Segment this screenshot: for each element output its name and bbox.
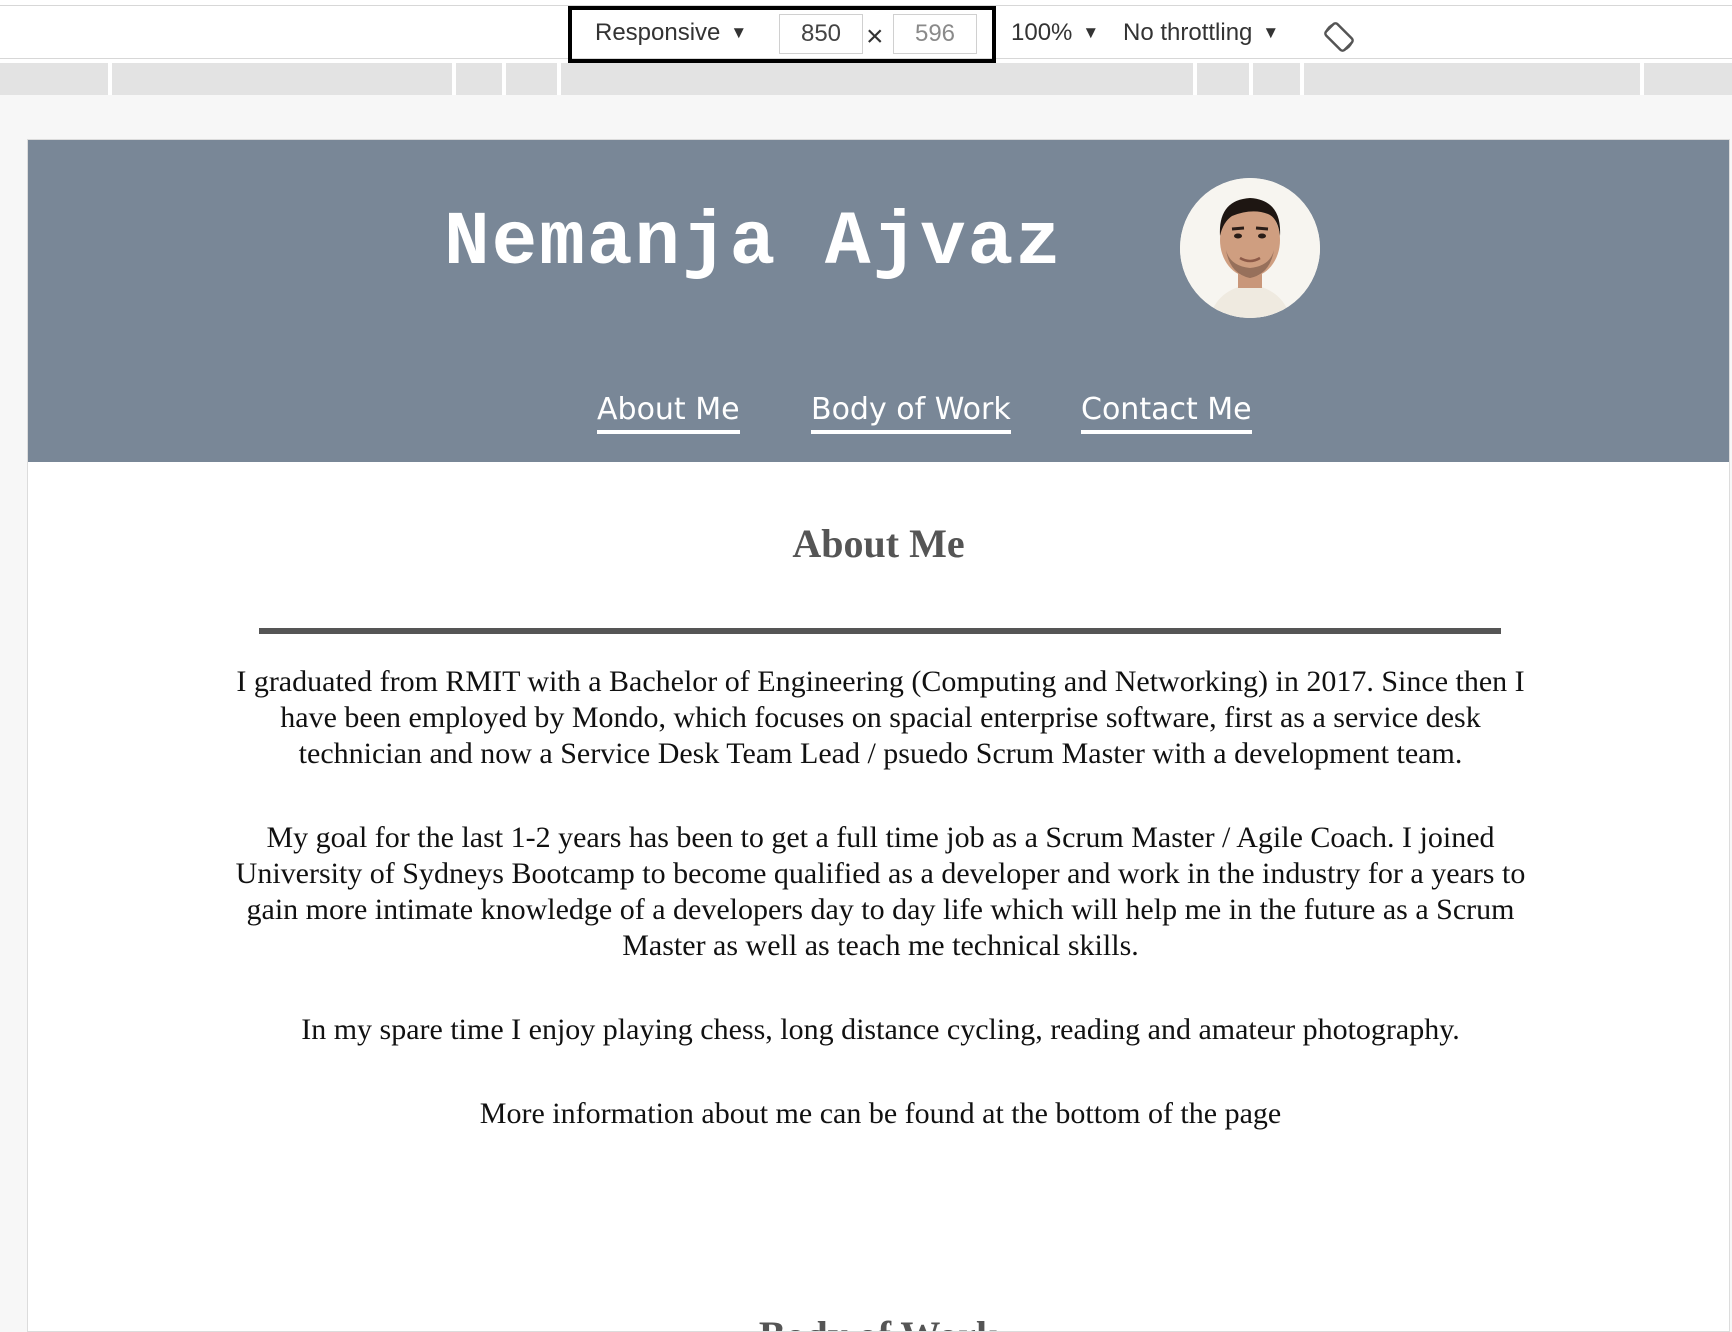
about-paragraph: I graduated from RMIT with a Bachelor of… bbox=[236, 665, 1525, 770]
site-title: Nemanja Ajvaz bbox=[444, 200, 1063, 286]
zoom-dropdown[interactable]: 100% ▼ bbox=[1011, 6, 1099, 60]
media-query-segment[interactable] bbox=[456, 63, 506, 95]
throttling-dropdown[interactable]: No throttling ▼ bbox=[1123, 6, 1279, 60]
about-paragraph: More information about me can be found a… bbox=[479, 1097, 1282, 1130]
media-query-segment[interactable] bbox=[1644, 63, 1732, 95]
nav-link-about-me[interactable]: About Me bbox=[597, 392, 740, 434]
caret-down-icon: ▼ bbox=[1262, 23, 1280, 42]
main-nav: About Me Body of Work Contact Me bbox=[28, 392, 1729, 442]
avatar bbox=[1180, 178, 1320, 318]
caret-down-icon: ▼ bbox=[730, 23, 748, 42]
media-query-segment[interactable] bbox=[1304, 63, 1644, 95]
dimension-separator: × bbox=[866, 20, 884, 53]
caret-down-icon: ▼ bbox=[1082, 23, 1100, 42]
throttling-label: No throttling bbox=[1123, 19, 1253, 46]
device-mode-label: Responsive bbox=[595, 19, 721, 46]
media-query-segment[interactable] bbox=[506, 63, 561, 95]
media-query-segment[interactable] bbox=[1253, 63, 1304, 95]
viewport-height-input[interactable]: 596 bbox=[893, 14, 977, 54]
zoom-label: 100% bbox=[1011, 19, 1073, 46]
about-paragraph: My goal for the last 1-2 years has been … bbox=[235, 821, 1526, 962]
viewport-width-input[interactable]: 850 bbox=[779, 14, 863, 54]
about-heading: About Me bbox=[792, 521, 965, 566]
section-divider bbox=[259, 628, 1501, 634]
page-viewport: Nemanja Ajvaz About Me Body of Work Cont… bbox=[27, 139, 1730, 1332]
body-of-work-heading: Body of Work bbox=[28, 1312, 1729, 1331]
media-query-segment[interactable] bbox=[1197, 63, 1253, 95]
nav-link-contact-me[interactable]: Contact Me bbox=[1081, 392, 1252, 434]
about-paragraph: In my spare time I enjoy playing chess, … bbox=[301, 1013, 1460, 1046]
devtools-device-toolbar: Responsive ▼ 850 × 596 100% ▼ No throttlin… bbox=[0, 5, 1732, 63]
site-header: Nemanja Ajvaz About Me Body of Work Cont… bbox=[28, 140, 1729, 462]
rotate-icon[interactable] bbox=[1322, 20, 1356, 54]
device-mode-dropdown[interactable]: Responsive ▼ bbox=[595, 6, 747, 60]
about-section: I graduated from RMIT with a Bachelor of… bbox=[228, 664, 1533, 1180]
media-query-bar[interactable] bbox=[0, 63, 1732, 95]
profile-photo bbox=[1180, 178, 1320, 318]
media-query-segment[interactable] bbox=[561, 63, 1197, 95]
media-query-segment[interactable] bbox=[112, 63, 456, 95]
nav-link-body-of-work[interactable]: Body of Work bbox=[811, 392, 1011, 434]
media-query-segment[interactable] bbox=[0, 63, 112, 95]
